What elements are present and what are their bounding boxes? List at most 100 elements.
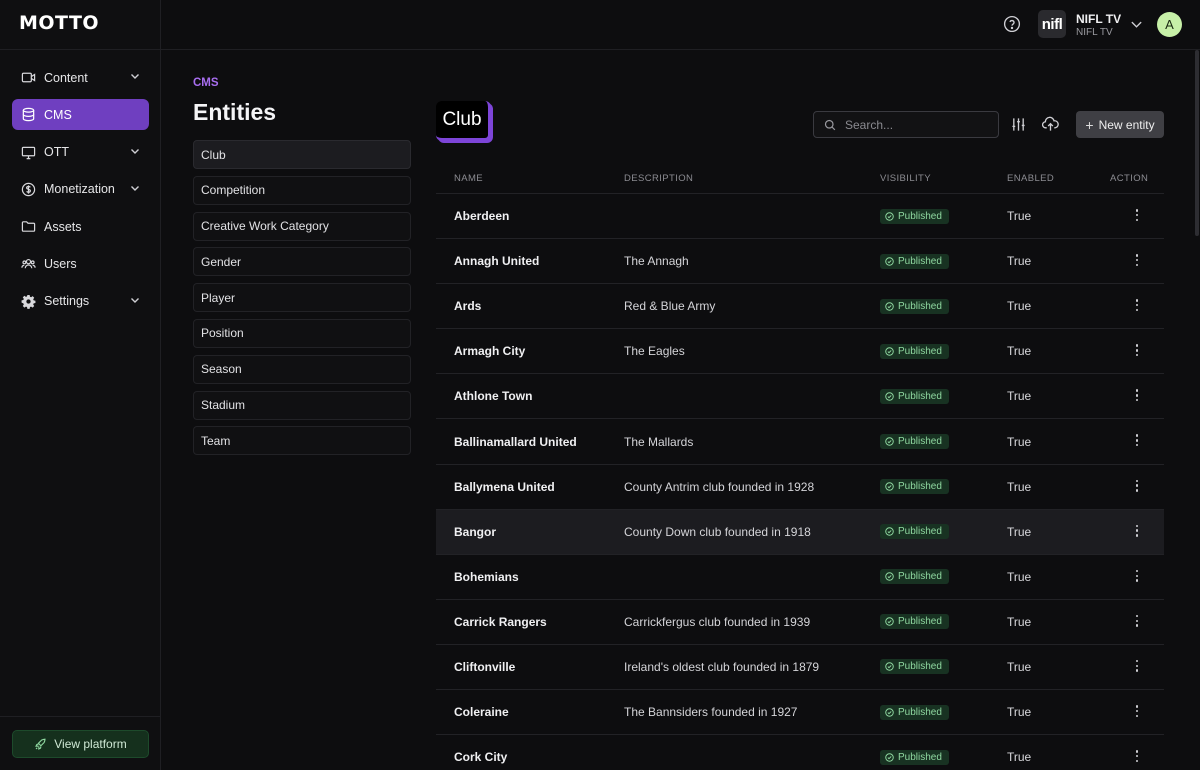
table-row[interactable]: Ballymena United County Antrim club found…: [436, 465, 1164, 510]
row-actions-icon[interactable]: [1131, 343, 1143, 357]
sidebar-item-label: CMS: [44, 107, 72, 122]
table-row[interactable]: Coleraine The Bannsiders founded in 1927 P…: [436, 690, 1164, 736]
motto-logo[interactable]: MOTTO: [19, 12, 99, 36]
chevron-down-icon[interactable]: [129, 294, 141, 306]
divider: [0, 716, 161, 717]
entity-table: NAME DESCRIPTION VISIBILITY ENABLED ACTI…: [436, 163, 1164, 770]
new-entity-button[interactable]: + New entity: [1076, 111, 1164, 138]
cell-enabled: True: [1007, 705, 1032, 720]
entity-item-player[interactable]: Player: [193, 283, 411, 313]
chevron-down-icon[interactable]: [129, 182, 141, 194]
row-actions-icon[interactable]: [1131, 659, 1143, 673]
table-row[interactable]: Bangor County Down club founded in 1918 Pu…: [436, 509, 1164, 555]
cell-description: The Mallards: [624, 434, 694, 449]
sidebar-item-ott[interactable]: OTT: [12, 137, 149, 168]
sidebar-item-content[interactable]: Content: [12, 62, 149, 93]
row-actions-icon[interactable]: [1131, 388, 1143, 402]
check-circle-icon: [885, 211, 894, 221]
cell-name: Armagh City: [454, 344, 526, 359]
entity-item-season[interactable]: Season: [193, 354, 411, 384]
cell-description: The Annagh: [624, 254, 689, 269]
table-row[interactable]: Aberdeen Published True: [436, 194, 1164, 240]
org-name[interactable]: NIFL TV: [1076, 12, 1121, 26]
entity-item-creative-work-category[interactable]: Creative Work Category: [193, 211, 411, 241]
table-row[interactable]: Armagh City The Eagles Published True: [436, 329, 1164, 375]
status-badge-label: Published: [898, 526, 942, 538]
column-header-name[interactable]: NAME: [454, 173, 483, 184]
filter-sliders-icon[interactable]: [1011, 117, 1026, 132]
sidebar-item-monetization[interactable]: Monetization: [12, 174, 149, 205]
table-row[interactable]: Annagh United The Annagh Published True: [436, 239, 1164, 285]
status-badge: Published: [880, 614, 949, 630]
table-row[interactable]: Ballinamallard United The Mallards Publish…: [436, 419, 1164, 465]
table-row[interactable]: Carrick Rangers Carrickfergus club founde…: [436, 600, 1164, 645]
column-header-description[interactable]: DESCRIPTION: [624, 173, 693, 184]
status-badge-label: Published: [898, 616, 942, 628]
status-badge-label: Published: [898, 571, 942, 583]
status-badge: Published: [880, 208, 949, 224]
page-title: Entities: [193, 99, 277, 125]
status-badge: Published: [880, 524, 949, 540]
table-row[interactable]: Ards Red & Blue Army Published True: [436, 284, 1164, 330]
search-icon: [824, 119, 836, 130]
check-circle-icon: [885, 482, 894, 491]
check-circle-icon: [885, 437, 894, 446]
help-icon[interactable]: [1003, 15, 1021, 33]
row-actions-icon[interactable]: [1131, 298, 1143, 312]
row-actions-icon[interactable]: [1131, 479, 1143, 493]
row-actions-icon[interactable]: [1131, 208, 1143, 222]
new-entity-label: New entity: [1098, 117, 1155, 132]
table-body: Aberdeen Published True Annagh United The An…: [436, 194, 1164, 770]
row-actions-icon[interactable]: [1131, 614, 1143, 628]
check-circle-icon: [885, 572, 894, 582]
row-actions-icon[interactable]: [1131, 569, 1143, 583]
dollar-icon: [20, 181, 36, 197]
cell-enabled: True: [1007, 434, 1032, 449]
row-actions-icon[interactable]: [1131, 253, 1143, 267]
org-logo[interactable]: nifl: [1038, 10, 1066, 38]
cell-enabled: True: [1007, 389, 1032, 404]
table-row[interactable]: Cork City Published True: [436, 735, 1164, 770]
row-actions-icon[interactable]: [1131, 433, 1143, 447]
entity-item-gender[interactable]: Gender: [193, 247, 411, 277]
column-header-enabled[interactable]: ENABLED: [1007, 173, 1054, 184]
plus-icon: +: [1085, 116, 1094, 133]
cell-description: The Eagles: [624, 344, 685, 359]
avatar[interactable]: A: [1157, 12, 1182, 37]
entity-item-stadium[interactable]: Stadium: [193, 390, 411, 420]
table-row[interactable]: Athlone Town Published True: [436, 374, 1164, 420]
chevron-down-icon[interactable]: [129, 145, 141, 157]
cell-name: Cork City: [454, 750, 508, 765]
sidebar-item-settings[interactable]: Settings: [12, 286, 149, 317]
check-circle-icon: [885, 752, 894, 762]
chevron-down-icon[interactable]: [129, 70, 141, 82]
entity-item-club[interactable]: Club: [193, 140, 411, 169]
status-badge: Published: [880, 659, 949, 675]
breadcrumb[interactable]: CMS: [193, 77, 219, 89]
view-platform-button[interactable]: View platform: [12, 730, 149, 758]
cell-enabled: True: [1007, 344, 1032, 359]
entity-item-position[interactable]: Position: [193, 318, 411, 348]
status-badge: Published: [880, 434, 949, 450]
cloud-upload-icon[interactable]: [1042, 116, 1059, 132]
sidebar-item-cms[interactable]: CMS: [12, 99, 149, 131]
scrollbar[interactable]: [1195, 50, 1199, 236]
sidebar-item-users[interactable]: Users: [12, 248, 149, 279]
chevron-down-icon[interactable]: [1130, 18, 1143, 31]
sidebar-item-label: Content: [44, 70, 88, 85]
entity-item-competition[interactable]: Competition: [193, 175, 411, 205]
row-actions-icon[interactable]: [1131, 524, 1143, 538]
search-input[interactable]: [845, 117, 985, 132]
row-actions-icon[interactable]: [1131, 704, 1143, 718]
column-header-visibility[interactable]: VISIBILITY: [880, 173, 931, 184]
table-row[interactable]: Cliftonville Ireland's oldest club founde…: [436, 645, 1164, 691]
search-box[interactable]: [813, 111, 999, 138]
entity-item-team[interactable]: Team: [193, 426, 411, 456]
sidebar-item-label: Assets: [44, 219, 82, 234]
cell-enabled: True: [1007, 299, 1032, 314]
table-row[interactable]: Bohemians Published True: [436, 555, 1164, 600]
sidebar-item-assets[interactable]: Assets: [12, 211, 149, 242]
row-actions-icon[interactable]: [1131, 749, 1143, 763]
check-circle-icon: [885, 617, 894, 627]
status-badge: Published: [880, 343, 949, 359]
